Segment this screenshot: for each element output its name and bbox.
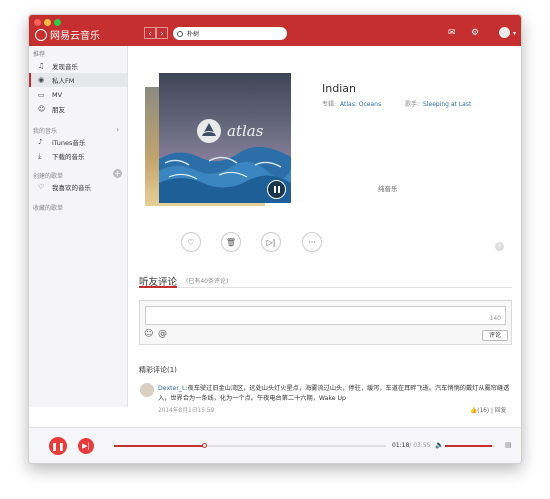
- hot-comments-title: 精彩评论(1): [139, 366, 177, 374]
- friends-icon: ☺: [38, 105, 46, 113]
- music-note-icon: ♫: [38, 62, 45, 70]
- cover-pause-button[interactable]: [267, 180, 286, 199]
- total-time: / 03:55: [409, 442, 431, 449]
- like-button[interactable]: ♡: [181, 232, 201, 252]
- artist-meta: 歌手: Sleeping at Last: [405, 99, 471, 108]
- sidebar-item-label: 下载的音乐: [52, 153, 85, 161]
- more-button[interactable]: ···: [302, 232, 322, 252]
- itunes-icon: ♪: [38, 138, 43, 146]
- close-window-button[interactable]: [34, 19, 41, 26]
- sidebar-item-mv[interactable]: ▭ MV: [29, 88, 127, 102]
- search-icon: [177, 30, 183, 37]
- artist-link[interactable]: Sleeping at Last: [423, 101, 471, 108]
- volume-icon[interactable]: 🔈: [435, 441, 444, 449]
- comment-reply[interactable]: 回复: [495, 408, 507, 414]
- download-icon: ⤓: [38, 151, 42, 160]
- search-input[interactable]: 朴树: [173, 27, 287, 40]
- forward-button[interactable]: ›: [156, 27, 168, 39]
- comment-composer: 140 ☺ @ 评论: [139, 300, 512, 345]
- sidebar: 推荐 ♫ 发现音乐 ◉ 私人FM ▭ MV ☺ 朋友 我的音乐 › ♪ iTunes音乐 …: [29, 46, 128, 407]
- sidebar-item-label: iTunes音乐: [52, 139, 86, 147]
- skip-next-icon: ▶|: [82, 442, 90, 450]
- app-title: 网易云音乐: [50, 31, 100, 42]
- app-logo[interactable]: 网易云音乐: [35, 27, 100, 42]
- sidebar-section-collected: 收藏的歌单: [33, 205, 64, 212]
- sidebar-item-liked[interactable]: ♡ 我喜欢的音乐: [29, 180, 127, 194]
- volume-slider[interactable]: [445, 445, 495, 447]
- artist-label: 歌手:: [405, 101, 420, 108]
- next-button[interactable]: ▶|: [78, 438, 94, 454]
- settings-gear-icon[interactable]: ⚙: [471, 28, 479, 38]
- sidebar-item-label: 朋友: [52, 106, 65, 114]
- skip-next-icon: ▷|: [266, 237, 276, 247]
- progress-knob[interactable]: [201, 443, 207, 448]
- progress-bar[interactable]: [114, 443, 386, 448]
- sidebar-item-label: 发现音乐: [52, 63, 78, 71]
- user-avatar[interactable]: [499, 27, 510, 38]
- submit-comment-button[interactable]: 评论: [482, 330, 508, 341]
- comment-likes[interactable]: (16): [477, 408, 489, 414]
- sidebar-item-itunes[interactable]: ♪ iTunes音乐: [29, 135, 127, 149]
- sidebar-item-label: MV: [52, 91, 63, 99]
- album-meta: 专辑: Atlas: Oceans: [322, 99, 381, 108]
- sidebar-section-created: 创建的歌单: [33, 173, 64, 180]
- sidebar-item-label: 我喜欢的音乐: [52, 184, 91, 192]
- song-title: Indian: [322, 82, 356, 95]
- album-label: 专辑:: [322, 101, 337, 108]
- player-bar: ❚❚ ▶| 01:18/ 03:55 🔈 ▤: [29, 427, 521, 463]
- main-panel: atlas ♡ 🗑 ▷| ··· Indian 专辑: Atlas: Oceans…: [128, 46, 521, 414]
- time-display: 01:18/ 03:55: [392, 442, 431, 449]
- volume-fill: [445, 445, 492, 447]
- lyrics-toggle-icon[interactable]: ▤: [505, 441, 512, 449]
- tv-icon: ▭: [38, 91, 45, 99]
- heart-icon: ♡: [38, 183, 45, 191]
- app-window: 网易云音乐 ‹ › 朴树 ✉ ⚙ ▾ 推荐 ♫ 发现音乐 ◉ 私人FM ▭ MV ☺ 朋…: [28, 14, 522, 464]
- mail-icon[interactable]: ✉: [448, 28, 456, 38]
- commenter-avatar[interactable]: [140, 383, 154, 397]
- sidebar-item-fm[interactable]: ◉ 私人FM: [29, 73, 127, 87]
- chevron-right-icon[interactable]: ›: [116, 125, 119, 134]
- more-dots-icon: ···: [308, 237, 316, 247]
- delete-button[interactable]: 🗑: [221, 232, 241, 252]
- search-query: 朴树: [187, 31, 200, 38]
- album-cover[interactable]: atlas: [159, 73, 291, 203]
- pause-icon: ❚❚: [51, 441, 65, 451]
- progress-fill: [114, 445, 204, 447]
- back-button[interactable]: ‹: [144, 27, 156, 39]
- comments-divider: [139, 287, 512, 288]
- album-art-title: atlas: [227, 122, 264, 140]
- lyric-text: 纯音乐: [378, 185, 398, 193]
- help-icon[interactable]: ?: [495, 242, 504, 251]
- sidebar-item-downloads[interactable]: ⤓ 下载的音乐: [29, 149, 127, 163]
- sidebar-section-my-music: 我的音乐: [33, 128, 58, 135]
- zoom-window-button[interactable]: [54, 19, 61, 26]
- trash-icon: 🗑: [225, 237, 237, 247]
- current-time: 01:18: [392, 442, 410, 449]
- comment-text: 夜车驶过旧金山湾区，远处山头灯火星点，海雾流过山头，停驻，缓泻，车道在耳畔飞逝。…: [158, 385, 510, 402]
- play-pause-button[interactable]: ❚❚: [49, 437, 67, 455]
- sidebar-item-label: 私人FM: [52, 77, 75, 85]
- emoji-icon[interactable]: ☺: [144, 329, 153, 339]
- pause-icon: [273, 186, 276, 193]
- title-bar: 网易云音乐 ‹ › 朴树 ✉ ⚙ ▾: [29, 15, 521, 46]
- minimize-window-button[interactable]: [44, 19, 51, 26]
- comments-title-underline: [139, 286, 177, 288]
- chevron-down-icon[interactable]: ▾: [513, 30, 516, 37]
- netease-logo-icon: [35, 28, 47, 41]
- comment-user[interactable]: Dexter_L:: [158, 385, 188, 392]
- comments-count: (已有40条评论): [186, 278, 229, 285]
- comment-input[interactable]: 140: [145, 306, 506, 325]
- heart-icon: ♡: [187, 237, 195, 247]
- comment-body: Dexter_L:夜车驶过旧金山湾区，远处山头灯火星点，海雾流过山头，停驻，缓泻…: [158, 384, 518, 404]
- radio-icon: ◉: [38, 76, 45, 84]
- sidebar-item-discover[interactable]: ♫ 发现音乐: [29, 59, 127, 73]
- add-playlist-icon[interactable]: +: [113, 169, 122, 178]
- comment-time: 2014年8月1日15:59: [158, 408, 215, 414]
- sidebar-item-friends[interactable]: ☺ 朋友: [29, 102, 127, 116]
- comment-actions: 👍(16) | 回复: [470, 408, 507, 414]
- sidebar-section-recommend: 推荐: [33, 51, 46, 58]
- mention-icon[interactable]: @: [158, 329, 167, 339]
- next-song-button[interactable]: ▷|: [261, 232, 281, 252]
- album-link[interactable]: Atlas: Oceans: [340, 101, 381, 108]
